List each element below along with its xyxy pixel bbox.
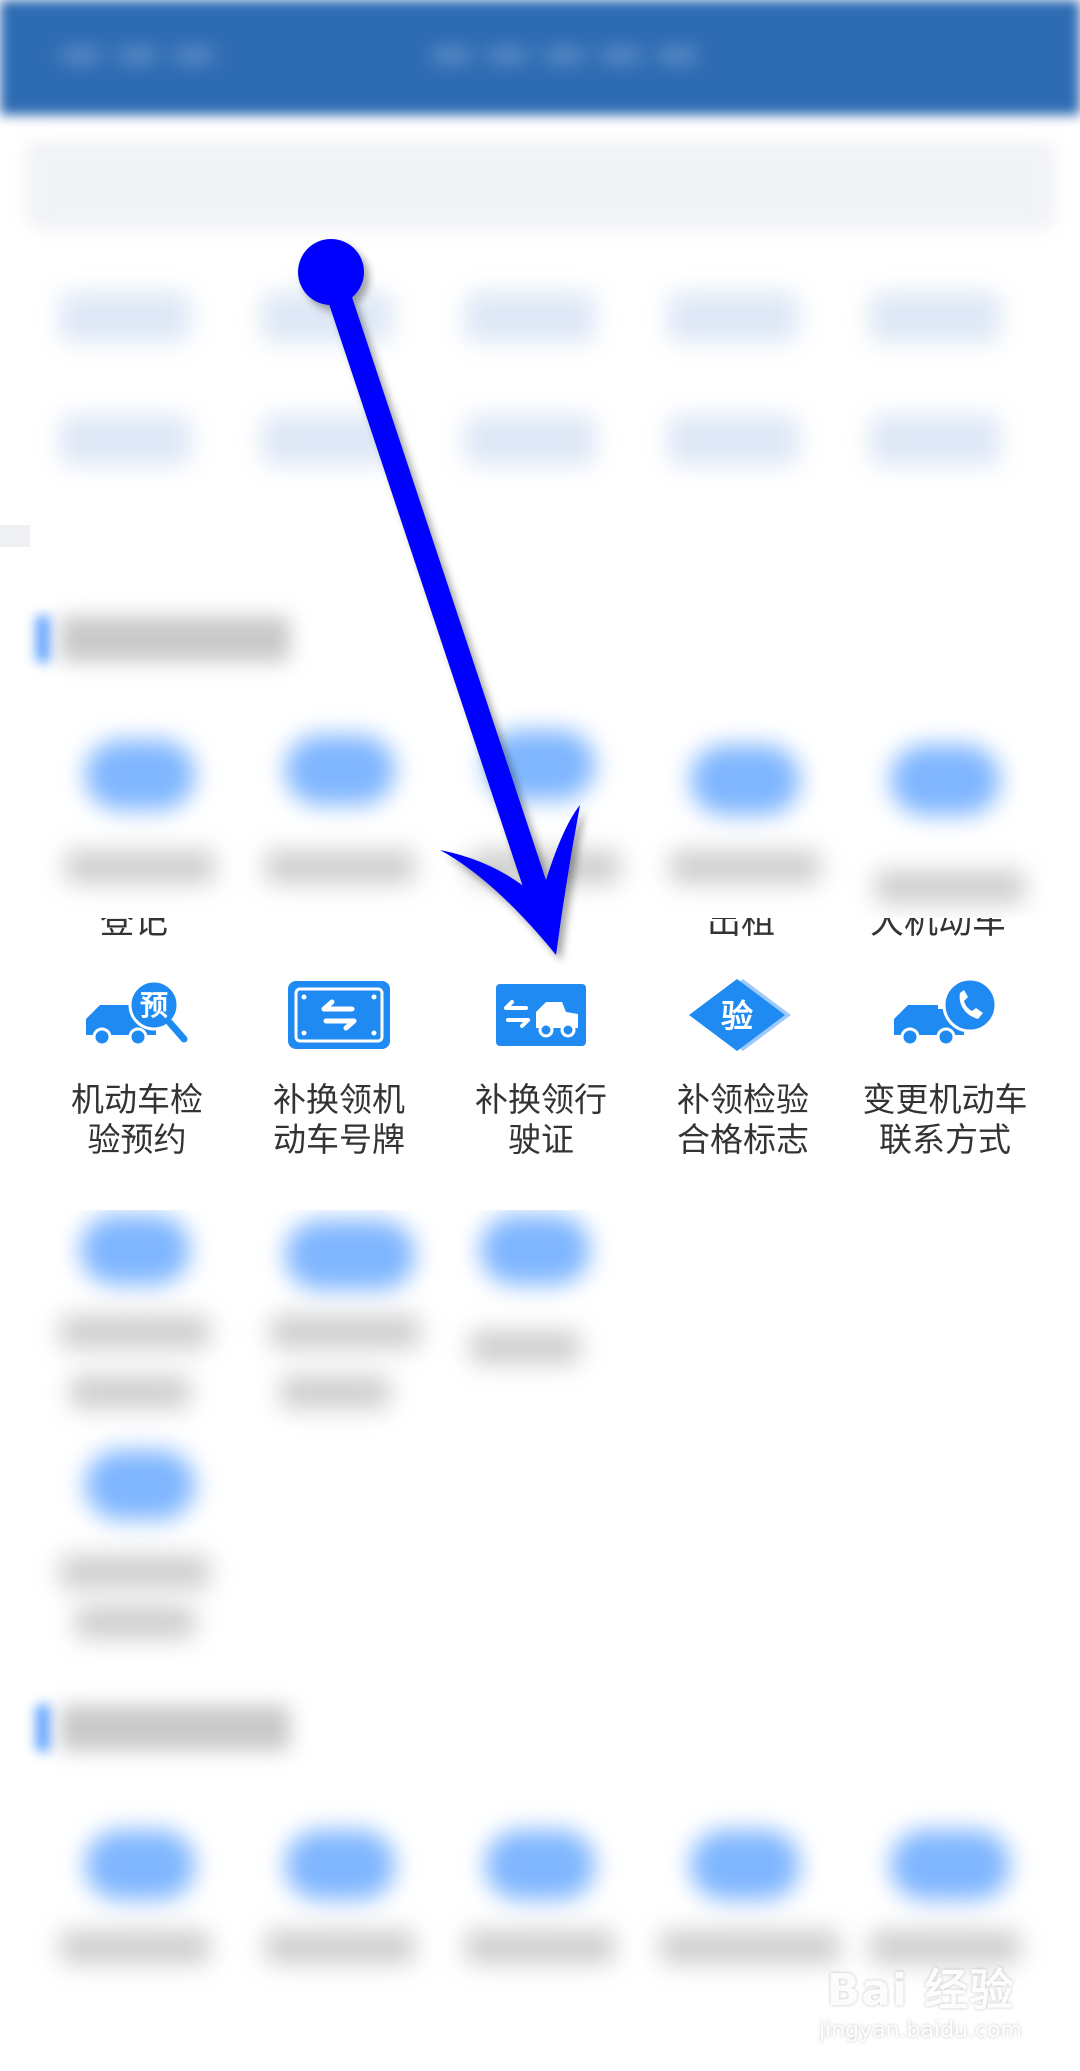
grid-tile [465,292,595,342]
service-label-blur [670,850,820,884]
service-replace-inspection-mark[interactable]: 验 补领检验 合格标志 [643,918,843,1210]
service-label-blur [265,850,415,884]
baidu-jingyan-watermark: Bai 经验 jingyan.baidu.com [819,1954,1022,2043]
service-icon-blur [690,745,800,815]
header-title-blur: — — — — — [430,28,699,77]
service-label: 补换领机 动车号牌 [273,1080,405,1159]
service-label-blur [470,1330,580,1364]
service-label-blur [60,1930,210,1964]
service-icon-blur [690,1830,800,1900]
service-label-blur [265,1930,415,1964]
section-marker [36,1705,50,1751]
service-label-blur [875,870,1025,904]
service-icon-blur [485,730,595,800]
watermark-brand: Bai 经验 [826,1965,1015,2016]
search-bar-blur [26,140,1056,230]
service-icon-blur [85,1450,195,1520]
divider [0,525,30,547]
service-icon-blur [890,1830,1010,1900]
truck-reservation-icon: 预 [37,970,237,1060]
section-title-blur [60,1705,290,1751]
service-icon-blur [85,1830,195,1900]
grid-tile [60,415,190,465]
service-icon-blur [85,740,195,810]
header-back-blur: — — — [60,28,216,77]
service-replace-license-plate[interactable]: 补换领机 动车号牌 [239,918,439,1210]
service-label-blur [270,1315,420,1349]
grid-tile [668,292,798,342]
grid-tile [60,292,190,342]
service-label: 补领检验 合格标志 [677,1080,809,1159]
truck-phone-icon [845,970,1045,1060]
service-replace-driving-license[interactable]: 补换领行 驶证 [441,918,641,1210]
service-row-focus: 登记 出租 大机动车 预 机动车检 验预约 补换领机 动车号牌 补换领行 驶证 … [32,918,1048,1210]
service-label-blur [60,1555,210,1589]
service-change-vehicle-contact[interactable]: 变更机动车 联系方式 [845,918,1045,1210]
license-plate-swap-icon [239,970,439,1060]
service-icon-blur [285,735,395,805]
grid-tile [668,415,798,465]
section-title-blur [60,616,290,662]
service-icon-blur [285,1830,395,1900]
service-icon-blur [80,1215,190,1285]
service-label-blur [465,1930,615,1964]
watermark-url: jingyan.baidu.com [818,2018,1022,2043]
service-icon-blur [285,1220,415,1290]
badge-text: 验 [721,997,753,1035]
service-icon-blur [480,1215,590,1285]
service-vehicle-inspection-reservation[interactable]: 预 机动车检 验预约 [37,918,237,1210]
grid-tile [870,415,1000,465]
service-label-blur [65,850,215,884]
service-label-blur [75,1605,195,1639]
section-marker [36,616,50,662]
service-icon-blur [890,745,1000,815]
service-label-blur [470,850,620,884]
grid-tile [262,292,392,342]
grid-tile [262,415,392,465]
badge-text: 预 [140,989,168,1022]
service-label: 补换领行 驶证 [475,1080,607,1159]
service-icon-blur [485,1830,595,1900]
service-label-blur [60,1315,210,1349]
driving-license-swap-icon [441,970,641,1060]
grid-tile [465,415,595,465]
service-label-blur [280,1375,390,1409]
service-label-blur [660,1930,840,1964]
grid-tile [870,292,1000,342]
service-label-blur [70,1375,190,1409]
service-label: 机动车检 验预约 [71,1080,203,1159]
service-label: 变更机动车 联系方式 [862,1080,1028,1159]
inspection-mark-icon: 验 [643,970,843,1060]
